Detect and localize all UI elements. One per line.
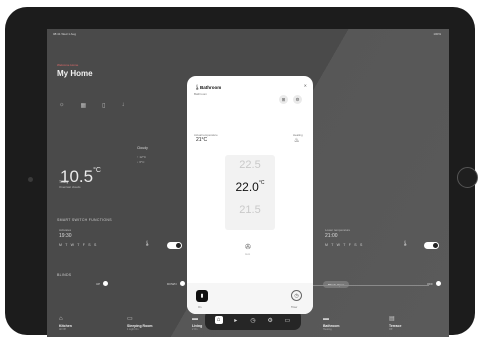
- forecast-label: Today: [59, 180, 69, 184]
- room-status: All Off: [59, 328, 66, 331]
- room-status: 2 On: [192, 328, 198, 331]
- blinds-right-knob: [436, 281, 441, 286]
- fan-icon[interactable]: ✇: [245, 243, 251, 251]
- scenes-icon[interactable]: ▸: [232, 316, 240, 324]
- section-smart-switch: SMART SWITCH FUNCTIONS: [57, 218, 112, 222]
- room-status: 1 Light On: [127, 328, 139, 331]
- section-blinds: BLINDS: [57, 273, 72, 277]
- status-battery: 100%: [433, 32, 441, 36]
- bed-icon: ▭: [127, 316, 133, 322]
- oven-icon: ⌂: [59, 316, 63, 322]
- close-icon[interactable]: ✕: [304, 83, 307, 88]
- schedule-left-label: Activates: [59, 228, 72, 232]
- room-sleeping[interactable]: ▭ Sleeping Room 1 Light On: [127, 315, 152, 331]
- plant-icon: ▤: [389, 316, 395, 322]
- grid-icon[interactable]: ▦: [81, 102, 87, 109]
- blinds-up-knob: [103, 281, 109, 286]
- blinds-up-label: UP: [96, 281, 101, 286]
- settings-icon[interactable]: ⚙: [293, 95, 302, 104]
- page-title: My Home: [57, 69, 93, 78]
- actual-temp-value: 21°C: [196, 137, 208, 143]
- blinds-down-control[interactable]: DOWN: [167, 281, 185, 286]
- blinds-slider-track[interactable]: [309, 285, 429, 286]
- timer-label: Timer: [291, 306, 298, 309]
- schedule-right-days[interactable]: M T W T F S S: [325, 243, 363, 247]
- outdoor-temp-unit: °C: [93, 167, 101, 174]
- blinds-right-end-label: OFF: [427, 281, 433, 286]
- temperature-picker[interactable]: 22.5 22.0°C 21.5: [225, 155, 275, 230]
- schedule-icon[interactable]: ⊞: [279, 95, 288, 104]
- schedule-left-days[interactable]: M T W T F S S: [59, 243, 97, 247]
- heating-icon: ♨: [294, 138, 300, 144]
- weather-label: Cloudy: [137, 146, 148, 150]
- settings-icon[interactable]: ⚙: [266, 316, 274, 324]
- status-date: Wed 1 Aug: [61, 32, 76, 36]
- quick-actions: ☼ ▦ ▯ ↓: [59, 102, 124, 109]
- picker-option-above[interactable]: 22.5: [225, 159, 275, 171]
- power-label: On: [198, 306, 202, 309]
- home-icon[interactable]: ⌂: [214, 316, 223, 324]
- bath-icon: ▬: [323, 316, 329, 322]
- more-icon[interactable]: ▭: [283, 316, 291, 324]
- thermostat-modal: 🌡︎ Bathroom Bathroom ✕ ⊞ ⚙ Actual temper…: [187, 76, 313, 314]
- download-icon[interactable]: ↓: [121, 102, 124, 109]
- schedule-right-time: 21:00: [325, 233, 338, 239]
- front-camera: [28, 177, 33, 182]
- schedule-left-toggle[interactable]: [167, 242, 182, 249]
- blinds-down-label: DOWN: [167, 281, 177, 286]
- picker-selected-number: 22.0: [235, 180, 259, 194]
- picker-selected-value[interactable]: 22.0°C: [225, 180, 275, 194]
- room-status: Heating: [323, 328, 332, 331]
- power-button[interactable]: ▮: [196, 290, 208, 302]
- outdoor-temperature: 10.5°C: [60, 167, 101, 187]
- blinds-right-end[interactable]: OFF: [427, 281, 441, 286]
- blinds-down-knob: [179, 281, 185, 286]
- schedule-left-time: 19:30: [59, 233, 72, 239]
- room-kitchen[interactable]: ⌂ Kitchen All Off: [59, 316, 72, 331]
- schedule-right-label: Lower temperature: [325, 228, 351, 232]
- fan-mode-label: Auto: [245, 253, 251, 256]
- door-icon[interactable]: ▯: [102, 102, 105, 109]
- tablet-frame: 08:41 Wed 1 Aug 100% Welcome Home My Hom…: [5, 7, 478, 337]
- room-living[interactable]: ▬ Living 2 On: [192, 316, 202, 331]
- lightbulb-icon[interactable]: ☼: [59, 102, 65, 109]
- timer-icon[interactable]: ◷: [291, 290, 302, 301]
- modal-title: Bathroom: [200, 85, 222, 90]
- modal-subtitle: Bathroom: [194, 92, 208, 96]
- forecast-text: Overcast clouds: [59, 185, 81, 189]
- sofa-icon: ▬: [192, 316, 198, 322]
- home-button[interactable]: [457, 167, 478, 188]
- home-overline: Welcome Home: [57, 63, 79, 67]
- status-clock: 08:41: [53, 32, 61, 36]
- status-time: 08:41 Wed 1 Aug: [53, 32, 76, 36]
- schedule-right-toggle[interactable]: [424, 242, 439, 249]
- room-bathroom[interactable]: ▬ Bathroom Heating: [323, 316, 340, 331]
- weather-low: ↓ 6°C: [137, 160, 145, 164]
- thermometer-icon: 🌡︎: [402, 241, 409, 247]
- room-status: Off: [389, 328, 393, 331]
- app-screen: 08:41 Wed 1 Aug 100% Welcome Home My Hom…: [47, 29, 449, 337]
- picker-option-below[interactable]: 21.5: [225, 204, 275, 216]
- room-terrace[interactable]: ▤ Terrace Off: [389, 315, 401, 331]
- clock-icon[interactable]: ◷: [249, 316, 257, 324]
- blinds-up-control[interactable]: UP: [96, 281, 109, 286]
- picker-unit: °C: [258, 180, 265, 186]
- thermometer-icon: 🌡︎: [144, 241, 151, 247]
- weather-high: ↑ 12°C: [137, 155, 147, 159]
